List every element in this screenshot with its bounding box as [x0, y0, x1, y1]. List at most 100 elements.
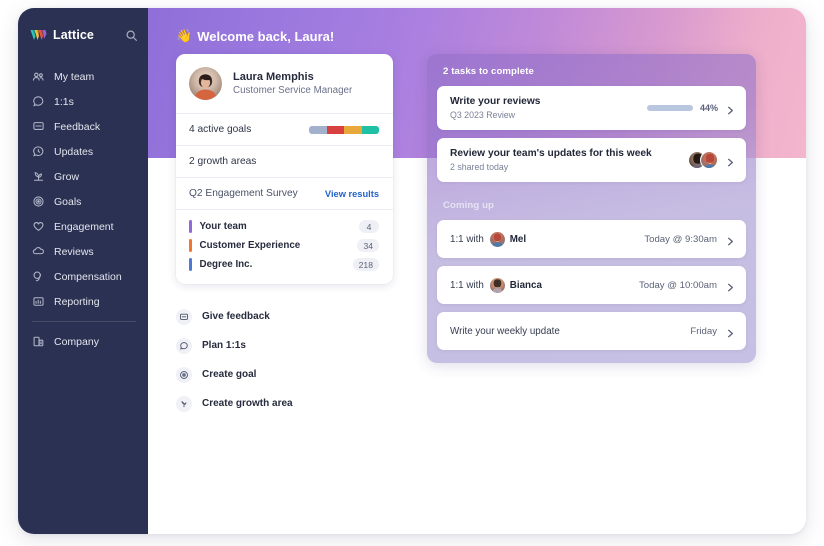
meeting-person: Mel	[509, 233, 527, 245]
cloud-icon	[32, 245, 45, 258]
avatar	[489, 277, 505, 293]
severity-bar	[189, 220, 192, 233]
chevron-right-icon[interactable]	[725, 234, 736, 245]
sidebar-item-goals[interactable]: Goals	[18, 189, 148, 214]
active-goals-row[interactable]: 4 active goals	[176, 113, 393, 145]
chevron-right-icon[interactable]	[725, 103, 736, 114]
sidebar-item-engagement[interactable]: Engagement	[18, 214, 148, 239]
task-title: Write your reviews	[450, 96, 541, 108]
plan-1-1s-button[interactable]: Plan 1:1s	[176, 331, 393, 360]
meeting-time: Today @ 10:00am	[638, 279, 717, 291]
task-card-write-reviews[interactable]: Write your reviews Q3 2023 Review 44%	[437, 86, 746, 130]
view-results-link[interactable]: View results	[325, 189, 379, 199]
avatar	[489, 231, 505, 247]
target-icon	[176, 366, 192, 383]
target-icon	[32, 195, 45, 208]
meeting-prefix: 1:1 with	[450, 279, 484, 291]
waving-hand-icon: 👋	[176, 28, 193, 43]
create-goal-button[interactable]: Create goal	[176, 360, 393, 389]
goals-progress-bar	[309, 125, 379, 134]
growth-areas-label: 2 growth areas	[189, 156, 257, 167]
list-item[interactable]: Customer Experience 34	[189, 236, 379, 255]
chevron-right-icon[interactable]	[725, 326, 736, 337]
sidebar-item-updates[interactable]: Updates	[18, 139, 148, 164]
message-square-icon	[176, 308, 192, 325]
review-progress-bar	[646, 104, 693, 112]
sidebar-item-reporting[interactable]: Reporting	[18, 289, 148, 314]
sidebar-item-label: Engagement	[54, 220, 114, 233]
sidebar-item-compensation[interactable]: Compensation	[18, 264, 148, 289]
weekly-update-day: Friday	[690, 325, 717, 337]
welcome-heading: 👋 Welcome back, Laura!	[176, 28, 334, 44]
profile-name: Laura Memphis	[233, 71, 314, 83]
create-growth-area-button[interactable]: Create growth area	[176, 389, 393, 418]
profile-card: Laura Memphis Customer Service Manager 4…	[176, 54, 393, 284]
sidebar-item-label: Grow	[54, 170, 80, 183]
avatar-stack	[688, 151, 718, 169]
sidebar-item-label: Updates	[54, 145, 94, 158]
meeting-time: Today @ 9:30am	[644, 233, 717, 245]
avatar	[189, 67, 222, 100]
sidebar-item-label: Reviews	[54, 245, 94, 258]
meeting-card-mel[interactable]: 1:1 with Mel Today @ 9:30am	[437, 220, 746, 258]
meeting-card-weekly-update[interactable]: Write your weekly update Friday	[437, 312, 746, 350]
growth-areas-row[interactable]: 2 growth areas	[176, 145, 393, 177]
survey-item-count: 218	[352, 258, 379, 271]
survey-breakdown-list: Your team 4 Customer Experience 34 Degre…	[176, 209, 393, 284]
sidebar-item-company[interactable]: Company	[18, 329, 148, 354]
task-title: Review your team's updates for this week	[450, 148, 652, 160]
sidebar-item-label: Goals	[54, 195, 82, 208]
survey-item-count: 34	[357, 239, 379, 252]
survey-item-label: Degree Inc.	[199, 259, 253, 270]
list-item[interactable]: Degree Inc. 218	[189, 255, 379, 274]
people-icon	[32, 70, 45, 83]
sidebar-item-label: 1:1s	[54, 95, 74, 108]
meeting-card-bianca[interactable]: 1:1 with Bianca Today @ 10:00am	[437, 266, 746, 304]
coming-up-heading: Coming up	[443, 200, 494, 211]
chevron-right-icon[interactable]	[725, 280, 736, 291]
sidebar-item-grow[interactable]: Grow	[18, 164, 148, 189]
quick-action-label: Create goal	[202, 369, 257, 380]
sidebar-item-1-1s[interactable]: 1:1s	[18, 89, 148, 114]
survey-item-count: 4	[359, 220, 379, 233]
avatar	[700, 151, 718, 169]
quick-action-label: Plan 1:1s	[202, 340, 246, 351]
profile-role: Customer Service Manager	[233, 85, 353, 96]
sidebar-item-label: Compensation	[54, 270, 122, 283]
survey-item-label: Your team	[199, 221, 247, 232]
sidebar-item-reviews[interactable]: Reviews	[18, 239, 148, 264]
profile-header: Laura Memphis Customer Service Manager	[176, 54, 393, 113]
building-icon	[32, 335, 45, 348]
sidebar-item-label: Reporting	[54, 295, 100, 308]
survey-title: Q2 Engagement Survey	[189, 188, 298, 199]
meeting-prefix: 1:1 with	[450, 233, 484, 245]
task-subtitle: Q3 2023 Review	[450, 109, 516, 120]
give-feedback-button[interactable]: Give feedback	[176, 302, 393, 331]
welcome-text: Welcome back, Laura!	[197, 28, 335, 44]
search-icon[interactable]	[125, 29, 138, 42]
progress-percent: 44%	[699, 103, 718, 113]
sidebar-divider	[32, 321, 136, 322]
chat-bubble-icon	[32, 95, 45, 108]
clock-bubble-icon	[32, 145, 45, 158]
brand-name: Lattice	[53, 28, 94, 42]
sidebar-nav: My team 1:1s Feedback Updates Grow Goals…	[18, 64, 148, 354]
quick-action-label: Create growth area	[202, 398, 293, 409]
quick-action-label: Give feedback	[202, 311, 270, 322]
chat-bubble-icon	[176, 337, 192, 354]
sidebar-item-label: Company	[54, 335, 99, 348]
coins-icon	[32, 270, 45, 283]
survey-item-label: Customer Experience	[199, 240, 301, 251]
chevron-right-icon[interactable]	[725, 155, 736, 166]
main-content: 👋 Welcome back, Laura! Laura Memphis Cus…	[148, 8, 806, 534]
sidebar: Lattice My team 1:1s Feedback Updates Gr…	[18, 8, 148, 534]
report-icon	[32, 295, 45, 308]
sidebar-item-my-team[interactable]: My team	[18, 64, 148, 89]
list-item[interactable]: Your team 4	[189, 217, 379, 236]
task-subtitle: 2 shared today	[450, 161, 509, 172]
meeting-person: Bianca	[509, 279, 542, 291]
sidebar-item-label: My team	[54, 70, 95, 83]
sidebar-item-feedback[interactable]: Feedback	[18, 114, 148, 139]
lattice-logo-icon[interactable]	[30, 28, 47, 43]
task-card-review-updates[interactable]: Review your team's updates for this week…	[437, 138, 746, 182]
